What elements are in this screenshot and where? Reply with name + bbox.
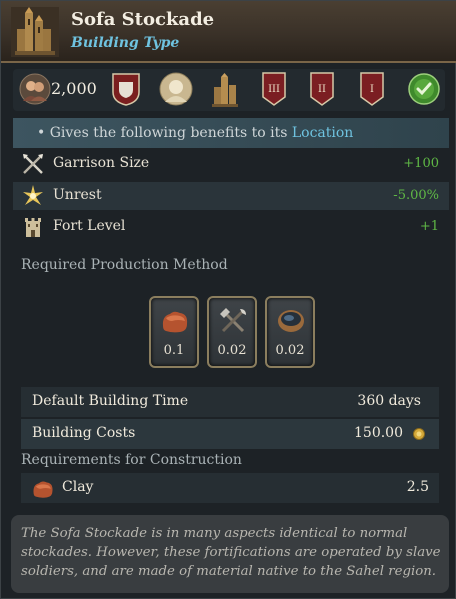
unrest-burst-icon [23, 185, 43, 205]
requirement-row-clay: Clay 2.5 [21, 473, 439, 503]
tier-1-label: I [370, 84, 374, 95]
benefit-label-fort-level: Fort Level [53, 218, 126, 234]
tier-3-label: III [268, 84, 280, 95]
benefit-row-garrison: Garrison Size +100 [13, 150, 449, 178]
castle-icon[interactable] [211, 73, 239, 107]
building-type-subtitle[interactable]: Building Type [71, 35, 179, 51]
culture-portrait-icon[interactable] [159, 72, 193, 106]
tier-2-label: II [318, 84, 326, 95]
requirements-label: Requirements for Construction [21, 452, 242, 468]
building-time-label: Default Building Time [32, 393, 189, 409]
benefits-intro-text: • Gives the following benefits to its Lo… [37, 125, 353, 141]
production-method-label: Required Production Method [21, 257, 228, 273]
clay-icon [162, 311, 188, 333]
production-tile-tools[interactable]: 0.02 [207, 296, 257, 368]
building-costs-label: Building Costs [32, 425, 136, 441]
benefit-label-garrison: Garrison Size [53, 155, 150, 171]
benefit-row-fort-level: Fort Level +1 [13, 213, 449, 241]
crossed-weapons-icon [23, 154, 43, 174]
requirement-value-clay: 2.5 [406, 479, 429, 495]
check-badge-icon[interactable] [408, 73, 440, 105]
production-tile-pottery[interactable]: 0.02 [265, 296, 315, 368]
benefit-row-unrest: Unrest -5.00% [13, 182, 449, 210]
tier-3-banner-icon[interactable]: III [261, 71, 287, 107]
population-value: 2,000 [51, 79, 97, 98]
benefits-header: • Gives the following benefits to its Lo… [13, 118, 449, 148]
population-icon[interactable] [19, 73, 51, 105]
benefit-value-fort-level: +1 [419, 219, 439, 234]
building-attributes-row: 2,000 III II I [13, 69, 445, 111]
production-value-pottery: 0.02 [275, 343, 305, 358]
tools-icon [220, 308, 246, 333]
tier-2-banner-icon[interactable]: II [309, 71, 335, 107]
description-box: The Sofa Stockade is in many aspects ide… [11, 515, 449, 593]
production-value-clay: 0.1 [163, 343, 185, 358]
pottery-bowl-icon [278, 310, 304, 332]
location-link[interactable]: Location [292, 125, 353, 141]
castle-tower-icon [11, 7, 59, 57]
building-time-row: Default Building Time 360 days [21, 387, 439, 417]
tooltip-panel: Sofa Stockade Building Type 2,000 III II… [0, 0, 456, 599]
production-tile-clay[interactable]: 0.1 [149, 296, 199, 368]
benefit-value-garrison: +100 [403, 156, 439, 171]
fort-tower-icon [25, 218, 41, 237]
building-costs-row: Building Costs 150.00 [21, 419, 439, 449]
clay-icon [33, 481, 53, 498]
requirement-label-clay: Clay [62, 479, 94, 495]
benefits-intro: • Gives the following benefits to its [37, 125, 292, 141]
building-time-value: 360 days [357, 393, 421, 409]
benefit-label-unrest: Unrest [53, 187, 102, 203]
tier-1-banner-icon[interactable]: I [359, 71, 385, 107]
shield-crest-icon[interactable] [111, 72, 141, 106]
description-text: The Sofa Stockade is in many aspects ide… [21, 526, 441, 579]
tooltip-header: Sofa Stockade Building Type [1, 1, 456, 63]
building-costs-value: 150.00 [354, 425, 403, 441]
production-value-tools: 0.02 [217, 343, 247, 358]
building-title: Sofa Stockade [71, 9, 215, 30]
gold-coin-icon [413, 428, 425, 440]
benefit-value-unrest: -5.00% [393, 188, 439, 203]
